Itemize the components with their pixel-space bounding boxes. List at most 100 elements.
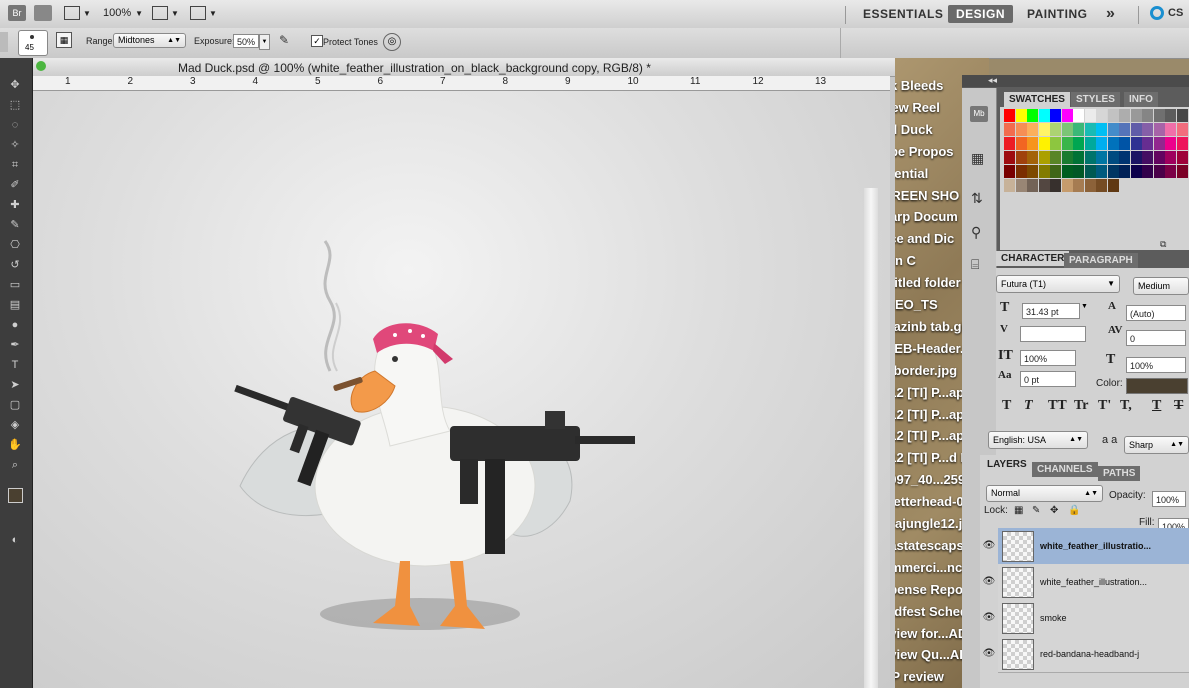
color-swatch[interactable] — [1153, 165, 1165, 178]
color-swatch[interactable] — [1038, 165, 1050, 178]
color-swatch[interactable] — [1176, 151, 1188, 164]
color-swatch[interactable] — [1050, 137, 1061, 150]
color-swatch[interactable] — [1096, 151, 1107, 164]
view-extras-button[interactable]: ▼ — [64, 3, 91, 23]
color-swatch[interactable] — [1084, 137, 1096, 150]
color-swatch[interactable] — [1027, 137, 1038, 150]
lasso-tool-icon[interactable]: ◌ — [6, 118, 24, 132]
layer-row[interactable]: white_feather_illustration... — [998, 564, 1189, 601]
color-swatch[interactable] — [1084, 123, 1096, 136]
color-swatch[interactable] — [1027, 151, 1038, 164]
quick-select-tool-icon[interactable]: ✧ — [6, 138, 24, 152]
lock-transparency-icon[interactable]: ▦ — [1014, 505, 1023, 516]
kerning-input[interactable] — [1020, 326, 1086, 342]
text-color-swatch[interactable] — [1126, 378, 1188, 394]
history-panel-icon[interactable]: ▦ — [971, 150, 984, 167]
brush-presets-icon[interactable]: ⇅ — [971, 190, 983, 207]
lock-all-icon[interactable]: 🔒 — [1068, 505, 1080, 516]
tracking-input[interactable]: 0 — [1126, 330, 1186, 346]
color-swatch[interactable] — [1061, 123, 1073, 136]
color-swatch[interactable] — [1061, 137, 1073, 150]
color-swatch[interactable] — [1142, 165, 1153, 178]
brush-picker[interactable]: 45 — [18, 30, 48, 56]
layer-visibility-eye-icon[interactable]: 👁 — [982, 636, 996, 672]
color-swatch[interactable] — [1119, 109, 1130, 122]
color-swatch[interactable] — [1073, 123, 1084, 136]
pen-tool-icon[interactable]: ✒ — [6, 338, 24, 352]
color-swatch[interactable] — [1165, 137, 1176, 150]
subscript-button[interactable]: T, — [1120, 398, 1132, 414]
color-swatch[interactable] — [1015, 179, 1027, 192]
color-swatch[interactable] — [1153, 137, 1165, 150]
new-swatch-icon[interactable]: ⧉ — [1160, 239, 1166, 250]
color-swatch[interactable] — [1061, 151, 1073, 164]
baseline-shift-input[interactable]: 0 pt — [1020, 371, 1076, 387]
color-swatch[interactable] — [1096, 109, 1107, 122]
antialias-dropdown[interactable]: Sharp ▲▼ — [1124, 436, 1189, 454]
color-swatch[interactable] — [1038, 151, 1050, 164]
color-swatch[interactable] — [1004, 179, 1015, 192]
color-swatch[interactable] — [1096, 123, 1107, 136]
vertical-scale-input[interactable]: 100% — [1020, 350, 1076, 366]
desktop-file-item[interactable]: mazinb tab.gif — [882, 319, 969, 334]
workspace-design[interactable]: DESIGN — [948, 5, 1014, 23]
tab-swatches[interactable]: SWATCHES — [1004, 92, 1070, 107]
color-swatch[interactable] — [1050, 109, 1061, 122]
color-swatch[interactable] — [1176, 123, 1188, 136]
color-swatch[interactable] — [1027, 179, 1038, 192]
color-swatch[interactable] — [1050, 151, 1061, 164]
collapse-dock-icon[interactable]: ◂◂ — [988, 75, 997, 86]
superscript-button[interactable]: T' — [1098, 398, 1111, 414]
layer-row[interactable]: white_feather_illustratio... — [998, 528, 1189, 565]
opacity-input[interactable]: 100% — [1152, 491, 1186, 507]
font-style-dropdown[interactable]: Medium — [1133, 277, 1189, 295]
color-swatch[interactable] — [1015, 123, 1027, 136]
color-swatch[interactable] — [1061, 109, 1073, 122]
quick-mask-icon[interactable]: ◐ — [6, 533, 24, 547]
color-swatch[interactable] — [1153, 123, 1165, 136]
blend-mode-dropdown[interactable]: Normal ▲▼ — [986, 485, 1103, 502]
color-swatch[interactable] — [1119, 165, 1130, 178]
clone-source-icon[interactable]: ⚲ — [971, 224, 981, 241]
more-workspaces-button[interactable]: » — [1098, 5, 1123, 23]
bridge-button[interactable]: Br — [8, 3, 26, 23]
tool-preset-picker[interactable] — [0, 32, 8, 52]
move-tool-icon[interactable]: ✥ — [6, 78, 24, 92]
color-swatch[interactable] — [1107, 123, 1119, 136]
mini-bridge-icon[interactable] — [34, 3, 52, 23]
stamp-tool-icon[interactable]: ⎔ — [6, 238, 24, 252]
language-dropdown[interactable]: English: USA ▲▼ — [988, 431, 1088, 449]
layer-row[interactable]: red-bandana-headband-j — [998, 636, 1189, 673]
layer-visibility-eye-icon[interactable]: 👁 — [982, 564, 996, 600]
protect-tones-checkbox[interactable]: ✓ — [311, 35, 323, 47]
color-swatch[interactable] — [1142, 123, 1153, 136]
cs-live-button[interactable]: CS — [1150, 3, 1183, 23]
vertical-scrollbar[interactable] — [864, 188, 878, 688]
color-swatch[interactable] — [1130, 109, 1142, 122]
zoom-level-dropdown[interactable]: 100% ▼ — [103, 3, 143, 23]
document-canvas[interactable] — [15, 91, 890, 688]
tab-paragraph[interactable]: PARAGRAPH — [1064, 253, 1138, 268]
color-swatch[interactable] — [1084, 165, 1096, 178]
tab-styles[interactable]: STYLES — [1071, 92, 1120, 107]
color-swatch[interactable] — [1096, 179, 1107, 192]
font-family-dropdown[interactable]: Futura (T1) ▼ — [996, 275, 1120, 293]
all-caps-button[interactable]: TT — [1048, 398, 1067, 414]
color-swatch[interactable] — [1073, 137, 1084, 150]
color-swatch[interactable] — [1107, 179, 1119, 192]
exposure-slider-toggle[interactable]: ▼ — [259, 34, 270, 50]
color-swatch[interactable] — [1073, 151, 1084, 164]
healing-tool-icon[interactable]: ✚ — [6, 198, 24, 212]
tablet-pressure-icon[interactable]: ◎ — [383, 33, 401, 51]
color-swatch[interactable] — [1061, 179, 1073, 192]
color-swatch[interactable] — [1084, 109, 1096, 122]
color-swatch[interactable] — [1130, 123, 1142, 136]
color-swatch[interactable] — [1073, 109, 1084, 122]
lock-pixels-icon[interactable]: ✎ — [1032, 505, 1040, 516]
color-swatch[interactable] — [1176, 109, 1188, 122]
color-swatch[interactable] — [1038, 109, 1050, 122]
color-swatch[interactable] — [1142, 137, 1153, 150]
color-swatch[interactable] — [1165, 123, 1176, 136]
screen-mode-button[interactable]: ▼ — [190, 3, 217, 23]
color-swatch[interactable] — [1050, 179, 1061, 192]
